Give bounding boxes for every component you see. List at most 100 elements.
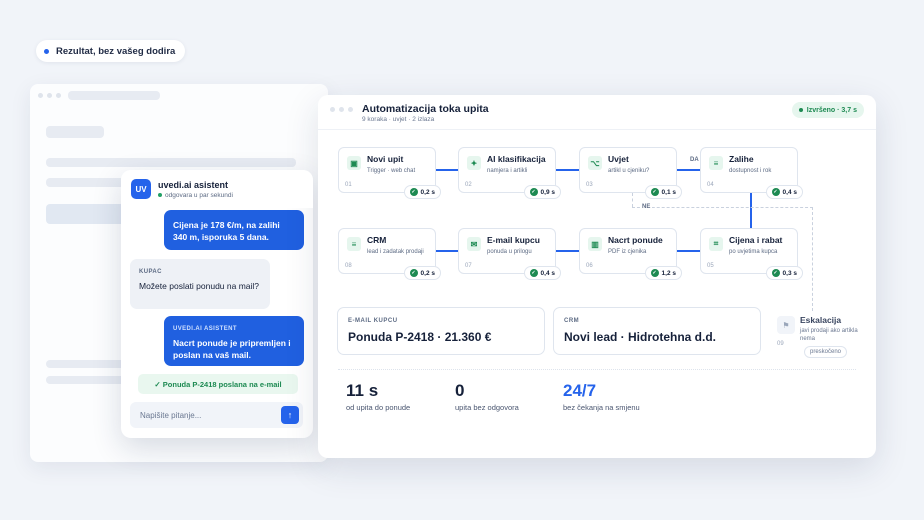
node-number: 01 xyxy=(345,182,352,188)
sent-confirmation: ✓ Ponuda P-2418 poslana na e-mail xyxy=(138,374,298,394)
workflow-title: Automatizacija toka upita xyxy=(362,103,489,115)
connector xyxy=(750,192,752,229)
assistant-message: Cijena je 178 €/m, na zalihi 340 m, ispo… xyxy=(164,210,304,250)
no-branch-line xyxy=(632,193,633,207)
node-time: ✓ 0,2 s xyxy=(403,185,441,199)
chat-input[interactable]: Napišite pitanje... ↑ xyxy=(130,402,303,428)
window-dots xyxy=(38,93,61,98)
output-card-email[interactable]: E-MAIL KUPCU Ponuda P-2418 · 21.360 € xyxy=(337,307,545,355)
calculator-icon: ⌗ xyxy=(709,237,723,251)
connector xyxy=(677,169,700,171)
placeholder-bar xyxy=(46,158,296,167)
node-ai-klasifikacija[interactable]: ✦ AI klasifikacija namjera i artikli 02 … xyxy=(458,147,561,199)
stat-response-time: 11 s od upita do ponude xyxy=(346,381,410,412)
node-subtitle: lead i zadatak prodaji xyxy=(367,249,424,255)
stat-label: od upita do ponude xyxy=(346,403,411,412)
node-time-text: 0,4 s xyxy=(540,269,555,277)
message-text: Cijena je 178 €/m, na zalihi 340 m, ispo… xyxy=(173,220,280,242)
chat-subtitle-text: odgovara u par sekundi xyxy=(165,191,233,199)
node-novi-upit[interactable]: ▣ Novi upit Trigger · web chat 01 ✓ 0,2 s xyxy=(338,147,441,199)
message-label: KUPAC xyxy=(139,269,162,275)
node-subtitle: dostupnost i rok xyxy=(729,168,772,174)
node-nacrt-ponude[interactable]: ▥ Nacrt ponude PDF iz cjenika 06 ✓ 1,2 s xyxy=(579,228,682,280)
escalation-subtitle: javi prodaji ako artikla nema xyxy=(800,328,858,342)
check-icon: ✓ xyxy=(409,188,418,196)
stat-value: 11 s xyxy=(346,381,379,400)
divider xyxy=(318,129,876,130)
node-cijena-i-rabat[interactable]: ⌗ Cijena i rabat po uvjetima kupca 05 ✓ 0… xyxy=(700,228,803,280)
node-uvjet[interactable]: ⌥ Uvjet artikl u cjeniku? 03 ✓ 0,1 s xyxy=(579,147,682,199)
output-label: E-MAIL KUPCU xyxy=(348,318,398,324)
check-icon: ✓ xyxy=(409,269,418,277)
placeholder-bar xyxy=(68,91,160,100)
stat-label: upita bez odgovora xyxy=(455,403,519,412)
connector xyxy=(436,250,458,252)
status-dot-icon xyxy=(798,108,803,112)
chat-widget: UV uvedi.ai asistent odgovara u par seku… xyxy=(121,170,313,438)
node-time: ✓ 0,3 s xyxy=(765,266,803,280)
node-time: ✓ 0,1 s xyxy=(644,185,682,199)
skipped-badge: preskočeno xyxy=(804,346,848,358)
node-subtitle: namjera i artikli xyxy=(487,168,528,174)
window-icon: ▣ xyxy=(347,156,361,170)
chat-subtitle: odgovara u par sekundi xyxy=(158,192,233,199)
escalation-number: 09 xyxy=(777,341,784,347)
node-subtitle: po uvjetima kupca xyxy=(729,249,778,255)
status-text: Izvršeno · 3,7 s xyxy=(806,106,857,114)
status-badge: Izvršeno · 3,7 s xyxy=(791,102,864,118)
node-zalihe[interactable]: ≡ Zalihe dostupnost i rok 04 ✓ 0,4 s xyxy=(700,147,803,199)
node-time: ✓ 0,4 s xyxy=(765,185,803,199)
assistant-message: UVEDI.AI ASISTENT Nacrt ponude je pripre… xyxy=(164,316,304,366)
node-title: Nacrt ponude xyxy=(608,235,663,245)
database-icon: ≡ xyxy=(347,237,361,251)
sparkle-icon: ✦ xyxy=(467,156,481,170)
check-icon: ✓ xyxy=(650,269,659,277)
arrow-up-icon: ↑ xyxy=(287,410,293,420)
check-icon: ✓ xyxy=(771,188,780,196)
customer-message: KUPAC Možete poslati ponudu na mail? xyxy=(130,259,270,309)
badge-label: Rezultat, bez vašeg dodira xyxy=(56,45,176,57)
node-number: 05 xyxy=(707,263,714,269)
workflow-window: Automatizacija toka upita 9 koraka · uvj… xyxy=(318,95,876,458)
send-button[interactable]: ↑ xyxy=(281,406,299,424)
output-value: Novi lead · Hidrotehna d.d. xyxy=(564,330,717,344)
stat-label: bez čekanja na smjenu xyxy=(563,403,640,412)
check-icon: ✓ xyxy=(771,269,780,277)
window-dots xyxy=(330,107,353,112)
node-number: 02 xyxy=(465,182,472,188)
node-title: Zalihe xyxy=(729,154,754,164)
node-crm[interactable]: ≡ CRM lead i zadatak prodaji 08 ✓ 0,2 s xyxy=(338,228,441,280)
output-label: CRM xyxy=(564,318,580,324)
chat-title: uvedi.ai asistent xyxy=(158,179,229,190)
no-branch-line xyxy=(812,207,813,311)
node-number: 06 xyxy=(586,263,593,269)
node-time: ✓ 0,9 s xyxy=(523,185,561,199)
chat-header: UV uvedi.ai asistent odgovara u par seku… xyxy=(121,170,313,208)
check-icon: ✓ xyxy=(529,269,538,277)
node-number: 03 xyxy=(586,182,593,188)
chat-input-placeholder: Napišite pitanje... xyxy=(140,410,202,420)
divider xyxy=(338,369,856,370)
output-card-crm[interactable]: CRM Novi lead · Hidrotehna d.d. xyxy=(553,307,761,355)
node-time: ✓ 1,2 s xyxy=(644,266,682,280)
check-icon: ✓ xyxy=(650,188,659,196)
result-badge: Rezultat, bez vašeg dodira xyxy=(36,40,186,62)
node-title: E-mail kupcu xyxy=(487,235,540,245)
node-time-text: 0,1 s xyxy=(661,188,676,196)
node-e-mail-kupcu[interactable]: ✉ E-mail kupcu ponuda u prilogu 07 ✓ 0,4 … xyxy=(458,228,561,280)
connector xyxy=(556,169,579,171)
node-number: 04 xyxy=(707,182,714,188)
message-label: UVEDI.AI ASISTENT xyxy=(173,326,237,332)
no-branch-line xyxy=(632,207,813,208)
branch-yes-label: DA xyxy=(688,157,701,163)
node-title: AI klasifikacija xyxy=(487,154,546,164)
node-time-text: 0,2 s xyxy=(420,188,435,196)
mail-icon: ✉ xyxy=(467,237,481,251)
node-title: Uvjet xyxy=(608,154,629,164)
node-subtitle: artikl u cjeniku? xyxy=(608,168,650,174)
node-subtitle: Trigger · web chat xyxy=(367,168,416,174)
badge-dot-icon xyxy=(44,48,49,54)
connector xyxy=(677,250,700,252)
branch-icon: ⌥ xyxy=(588,156,602,170)
node-title: Cijena i rabat xyxy=(729,235,783,245)
